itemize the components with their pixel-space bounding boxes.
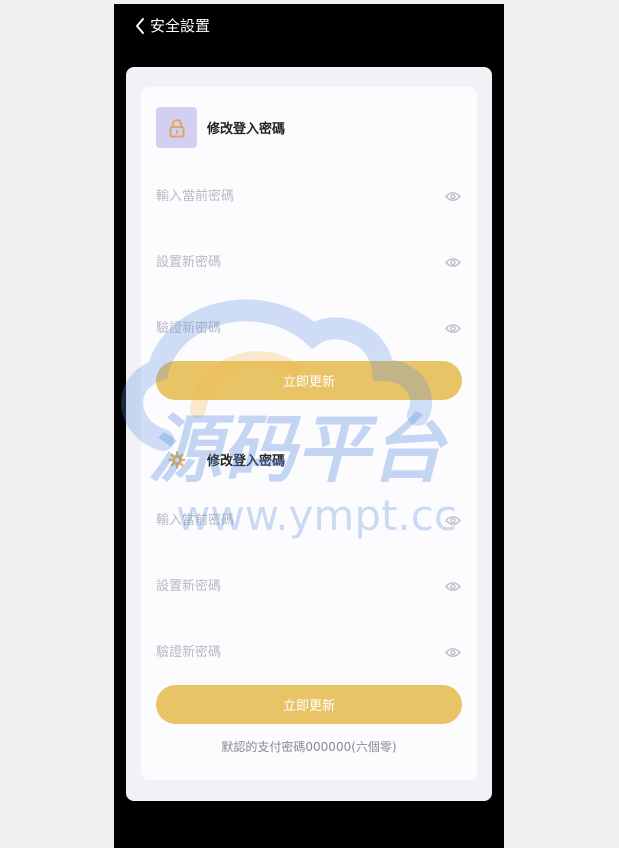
new-password-field xyxy=(156,250,462,274)
pay-current-password-field xyxy=(156,508,462,532)
default-pay-password-hint: 默認的支付密碼000000(六個零) xyxy=(221,740,397,754)
pay-section-title: 修改登入密碼 xyxy=(207,454,286,469)
confirm-password-field xyxy=(156,316,462,340)
pay-section-header: 修改登入密碼 xyxy=(156,439,285,480)
pay-confirm-password-field xyxy=(156,640,462,664)
gear-icon-box xyxy=(156,439,197,480)
eye-icon[interactable] xyxy=(444,319,462,337)
phone-screen: 安全設置 修改登入密碼 立即更新 修改登入密碼 立即更新 默認的支付密碼0000… xyxy=(114,4,504,848)
eye-icon[interactable] xyxy=(444,187,462,205)
current-password-field xyxy=(156,184,462,208)
pay-new-password-input[interactable] xyxy=(156,578,416,594)
login-update-button[interactable]: 立即更新 xyxy=(156,361,462,400)
chevron-left-icon xyxy=(136,18,144,34)
confirm-password-input[interactable] xyxy=(156,320,416,336)
settings-card: 修改登入密碼 立即更新 修改登入密碼 立即更新 默認的支付密碼000000(六個… xyxy=(141,87,477,780)
gear-icon xyxy=(168,451,185,468)
current-password-input[interactable] xyxy=(156,188,416,204)
pay-current-password-input[interactable] xyxy=(156,512,416,528)
login-section-header: 修改登入密碼 xyxy=(156,107,285,148)
eye-icon[interactable] xyxy=(444,643,462,661)
new-password-input[interactable] xyxy=(156,254,416,270)
pay-confirm-password-input[interactable] xyxy=(156,644,416,660)
lock-icon xyxy=(169,118,184,137)
back-button[interactable] xyxy=(130,14,150,38)
eye-icon[interactable] xyxy=(444,253,462,271)
eye-icon[interactable] xyxy=(444,511,462,529)
lock-icon-box xyxy=(156,107,197,148)
settings-panel: 修改登入密碼 立即更新 修改登入密碼 立即更新 默認的支付密碼000000(六個… xyxy=(126,67,492,801)
login-section-title: 修改登入密碼 xyxy=(207,122,286,137)
page-title: 安全設置 xyxy=(150,17,211,35)
eye-icon[interactable] xyxy=(444,577,462,595)
pay-new-password-field xyxy=(156,574,462,598)
pay-update-button[interactable]: 立即更新 xyxy=(156,685,462,724)
header-bar: 安全設置 xyxy=(114,4,504,48)
